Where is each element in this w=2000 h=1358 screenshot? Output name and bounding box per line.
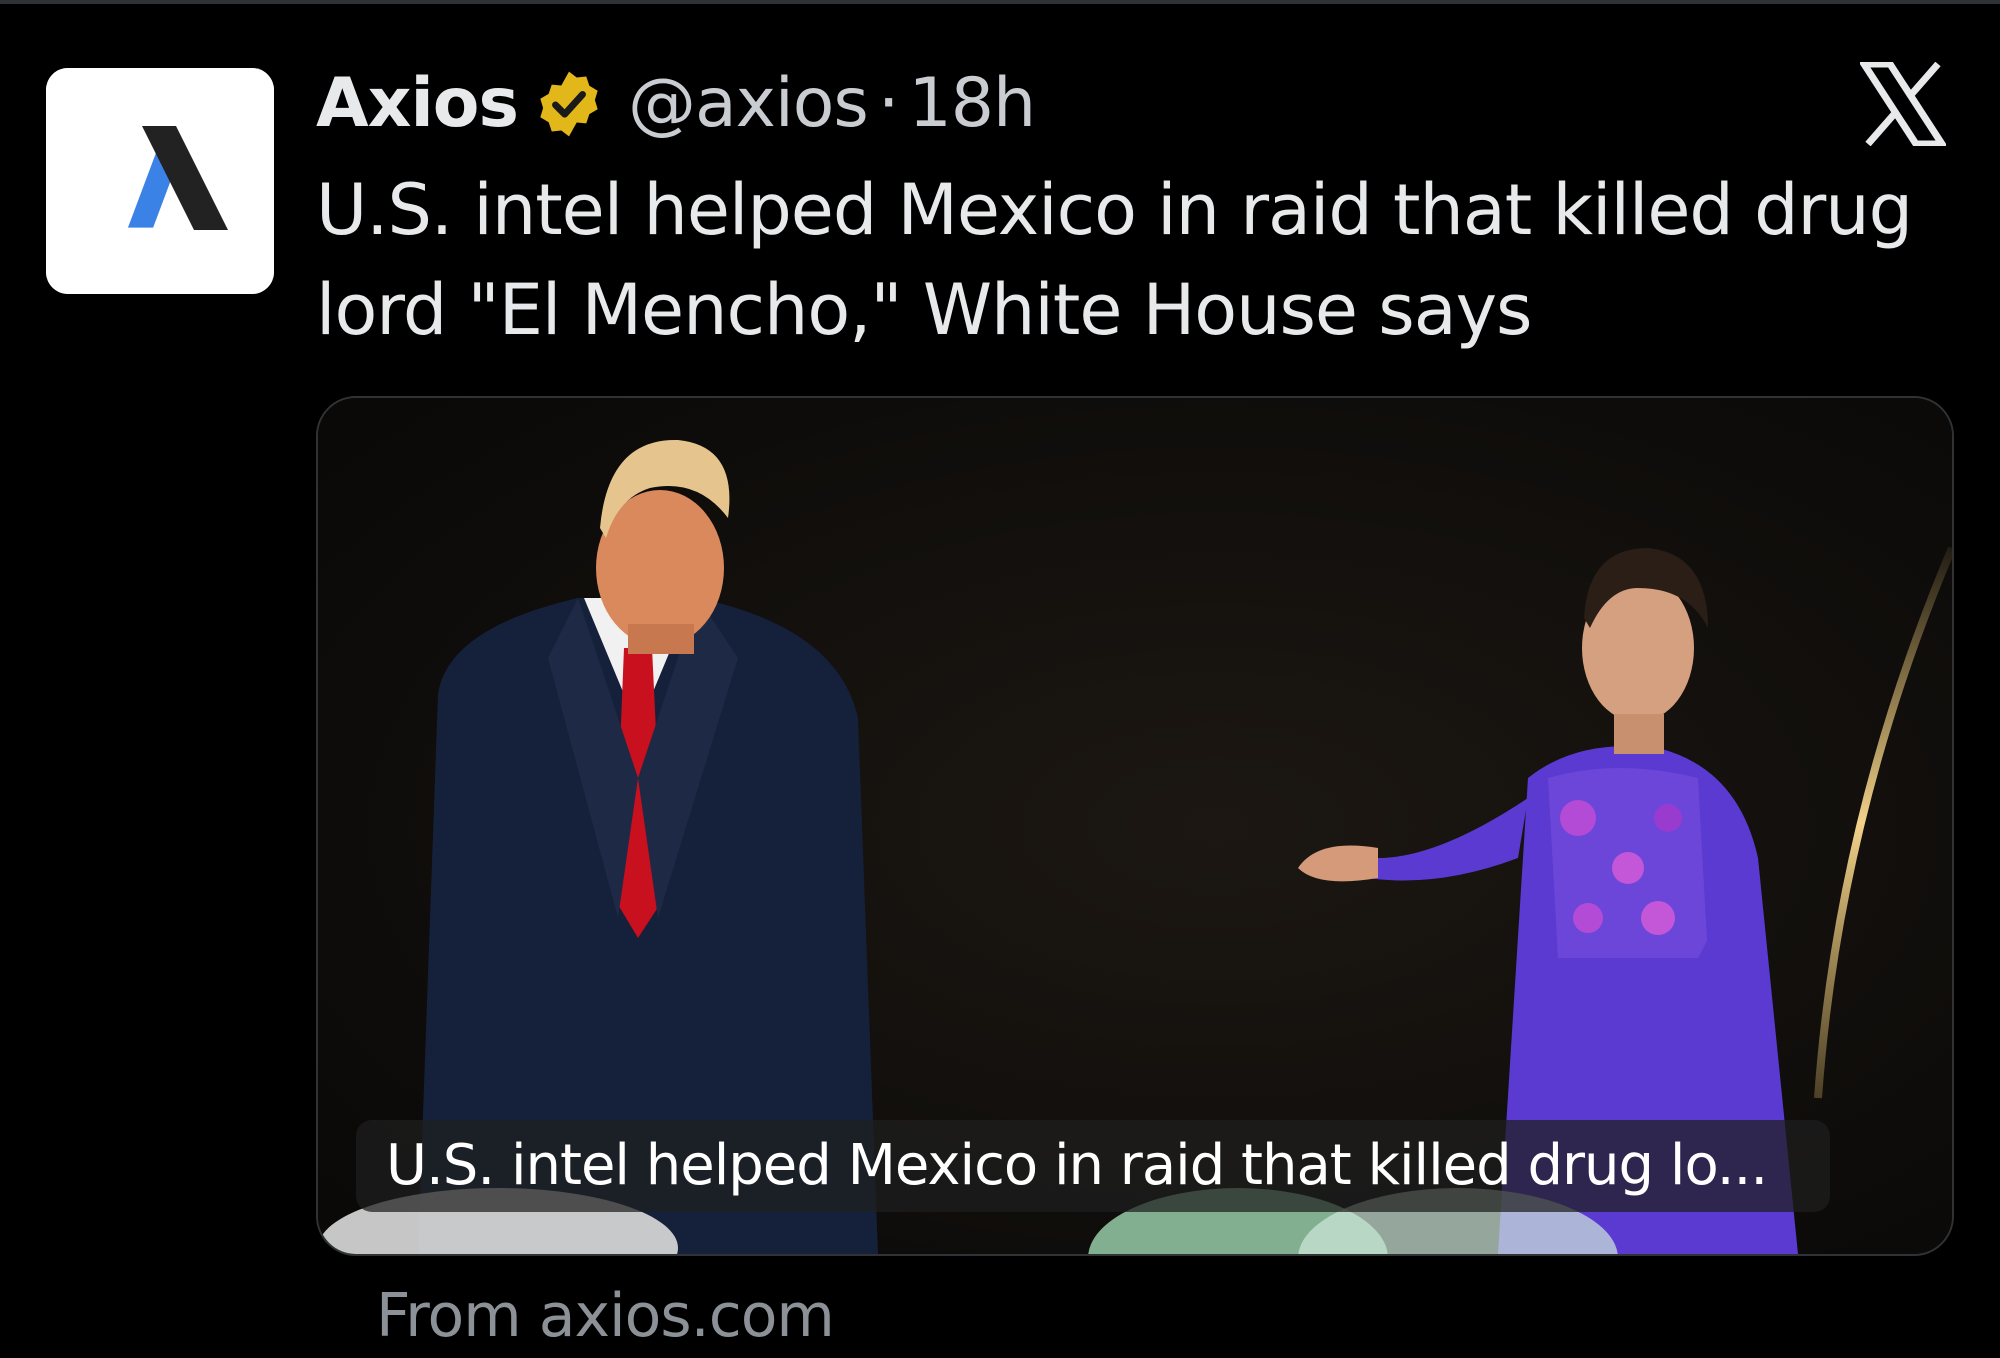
x-logo-icon [1860, 62, 1946, 146]
avatar[interactable] [46, 68, 274, 294]
verified-badge-icon [532, 67, 606, 141]
author-handle[interactable]: @axios [628, 58, 869, 150]
author-display-name[interactable]: Axios [316, 58, 519, 150]
top-divider [0, 0, 2000, 4]
tweet-text: U.S. intel helped Mexico in raid that ki… [316, 169, 1913, 351]
tweet-header: Axios @axios · 18h [316, 58, 1036, 150]
card-title-overlay[interactable]: U.S. intel helped Mexico in raid that ki… [356, 1120, 1830, 1212]
header-separator: · [877, 64, 900, 143]
axios-logo-icon [46, 68, 274, 294]
tweet-timestamp[interactable]: 18h [908, 58, 1036, 150]
card-source-link[interactable]: From axios.com [376, 1276, 835, 1356]
